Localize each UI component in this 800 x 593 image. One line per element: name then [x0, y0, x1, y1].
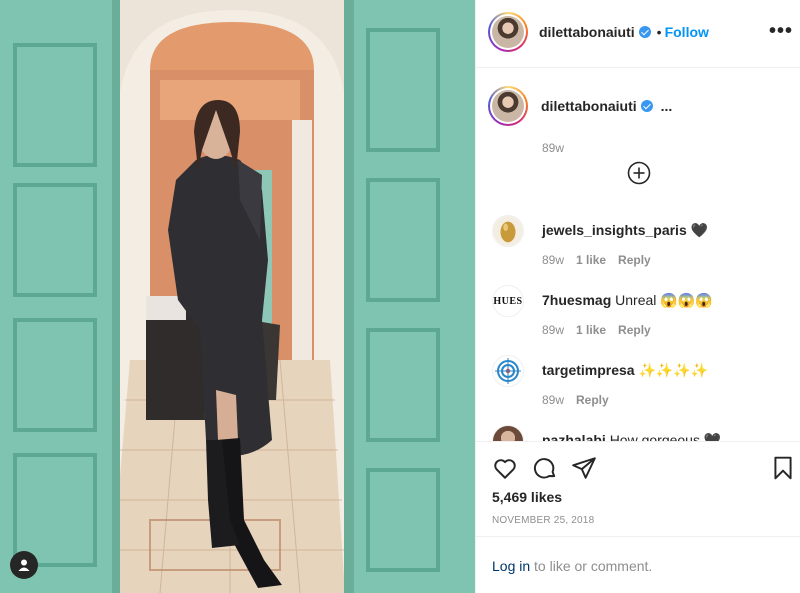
comment-line: targetimpresa ✨✨✨✨ — [542, 362, 708, 379]
gold-egg-icon — [493, 216, 523, 246]
comment-text: How gorgeous 🖤 — [609, 432, 722, 441]
commenter-avatar[interactable] — [492, 215, 524, 247]
comment-meta: 89w Reply — [542, 393, 621, 407]
comment-meta: 89w 1 like Reply — [542, 323, 663, 337]
login-prompt-bar: Log in to like or comment. — [476, 536, 800, 593]
post-date[interactable]: NOVEMBER 25, 2018 — [492, 515, 594, 526]
reply-button[interactable]: Reply — [618, 323, 651, 337]
likes-count[interactable]: 5,469 likes — [492, 489, 562, 505]
post-header: dilettabonaiuti • Follow ••• — [476, 0, 800, 68]
comment-line: 7huesmag Unreal 😱😱😱 — [542, 292, 713, 309]
comment-username[interactable]: targetimpresa — [542, 362, 635, 378]
reply-button[interactable]: Reply — [576, 393, 609, 407]
hues-logo-text: HUES — [493, 295, 523, 307]
post-side-panel: dilettabonaiuti • Follow ••• dilettabonaiu… — [475, 0, 800, 593]
comment-item: HUES 7huesmag Unreal 😱😱😱 89w 1 like Reply — [492, 285, 792, 345]
load-more-comments-icon[interactable] — [627, 161, 651, 185]
caption-timestamp[interactable]: 89w — [542, 141, 564, 155]
like-heart-icon[interactable] — [492, 455, 518, 481]
caption-username[interactable]: dilettabonaiuti — [541, 98, 637, 114]
separator-dot: • — [656, 24, 662, 40]
author-username[interactable]: dilettabonaiuti — [539, 24, 635, 40]
target-icon — [495, 358, 521, 384]
comment-time[interactable]: 89w — [542, 393, 564, 407]
commenter-avatar[interactable]: HUES — [492, 285, 524, 317]
user-tags-button[interactable] — [10, 551, 38, 579]
comment-time[interactable]: 89w — [542, 323, 564, 337]
comment-meta: 89w 1 like Reply — [542, 253, 663, 267]
comment-time[interactable]: 89w — [542, 253, 564, 267]
verified-badge-icon — [640, 100, 653, 112]
post-photo[interactable] — [0, 0, 475, 593]
login-prompt: Log in to like or comment. — [492, 558, 652, 574]
caption-ellipsis[interactable]: ... — [661, 98, 673, 114]
comment-username[interactable]: pazhalabi — [542, 432, 606, 441]
header-name-line: dilettabonaiuti • Follow — [539, 24, 709, 40]
comment-username[interactable]: jewels_insights_paris — [542, 222, 687, 238]
comment-username[interactable]: 7huesmag — [542, 292, 611, 308]
comment-item: targetimpresa ✨✨✨✨ 89w Reply — [492, 355, 792, 415]
person-icon — [18, 559, 30, 571]
commenter-avatar[interactable] — [492, 355, 524, 387]
post-actions-section: 5,469 likes NOVEMBER 25, 2018 Log in to … — [476, 441, 800, 593]
comments-list[interactable]: dilettabonaiuti ... 89w jewels_insights_… — [476, 69, 800, 441]
caption-avatar[interactable] — [488, 86, 528, 126]
comment-text: Unreal 😱😱😱 — [615, 292, 713, 308]
comment-line: jewels_insights_paris 🖤 — [542, 222, 708, 239]
comment-text: ✨✨✨✨ — [638, 362, 709, 378]
photo-illustration — [0, 0, 475, 593]
more-options-icon[interactable]: ••• — [769, 21, 793, 41]
login-prompt-text: to like or comment. — [530, 558, 653, 574]
comment-bubble-icon[interactable] — [532, 455, 558, 481]
reply-button[interactable]: Reply — [618, 253, 651, 267]
comment-like-count[interactable]: 1 like — [576, 323, 606, 337]
comment-item: pazhalabi How gorgeous 🖤 — [492, 425, 792, 441]
caption-block: dilettabonaiuti ... 89w — [488, 86, 672, 155]
commenter-avatar[interactable] — [492, 425, 524, 441]
comment-item: jewels_insights_paris 🖤 89w 1 like Reply — [492, 215, 792, 275]
comment-line: pazhalabi How gorgeous 🖤 — [542, 432, 721, 441]
author-avatar[interactable] — [488, 12, 528, 52]
follow-button[interactable]: Follow — [665, 24, 709, 40]
login-link[interactable]: Log in — [492, 558, 530, 574]
save-bookmark-icon[interactable] — [770, 455, 796, 481]
caption-line: dilettabonaiuti ... — [541, 98, 672, 114]
comment-text: 🖤 — [690, 222, 709, 238]
comment-like-count[interactable]: 1 like — [576, 253, 606, 267]
share-paper-plane-icon[interactable] — [571, 455, 597, 481]
verified-badge-icon — [638, 26, 651, 38]
